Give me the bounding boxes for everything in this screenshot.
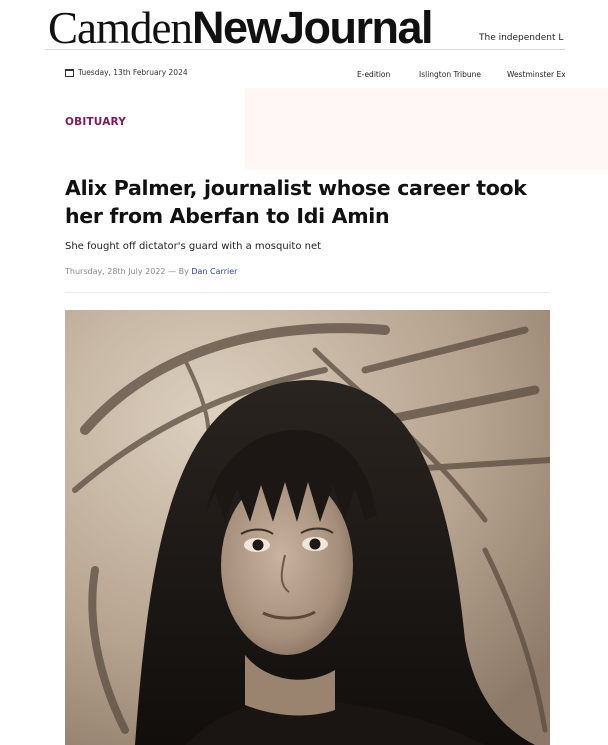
site-logo[interactable]: CamdenNewJournal — [48, 2, 434, 54]
section-label[interactable]: OBITUARY — [65, 116, 126, 128]
logo-camden: Camden — [48, 3, 193, 53]
byline-divider — [65, 292, 550, 293]
masthead: CamdenNewJournal The independent L — [0, 0, 608, 56]
article-photo — [65, 310, 550, 745]
nav-link-e-edition[interactable]: E-edition — [357, 70, 390, 79]
byline-separator: — By — [168, 267, 189, 276]
article-headline: Alix Palmer, journalist whose career too… — [65, 176, 527, 228]
top-bar: Tuesday, 13th February 2024 E-edition Is… — [0, 62, 608, 86]
nav-link-islington-tribune[interactable]: Islington Tribune — [419, 70, 481, 79]
article-date: Thursday, 28th July 2022 — [65, 267, 166, 276]
author-link[interactable]: Dan Carrier — [191, 267, 237, 276]
current-date: Tuesday, 13th February 2024 — [65, 68, 188, 77]
logo-new-journal: NewJournal — [191, 2, 434, 53]
masthead-divider — [45, 49, 565, 50]
nav-link-westminster-extra[interactable]: Westminster Ex — [507, 70, 565, 79]
current-date-text: Tuesday, 13th February 2024 — [78, 68, 188, 77]
article-byline: Thursday, 28th July 2022 — By Dan Carrie… — [65, 267, 237, 276]
calendar-icon — [65, 68, 74, 77]
article-standfirst: She fought off dictator's guard with a m… — [65, 241, 322, 252]
ad-placeholder — [245, 88, 608, 170]
site-tagline: The independent L — [479, 33, 564, 43]
